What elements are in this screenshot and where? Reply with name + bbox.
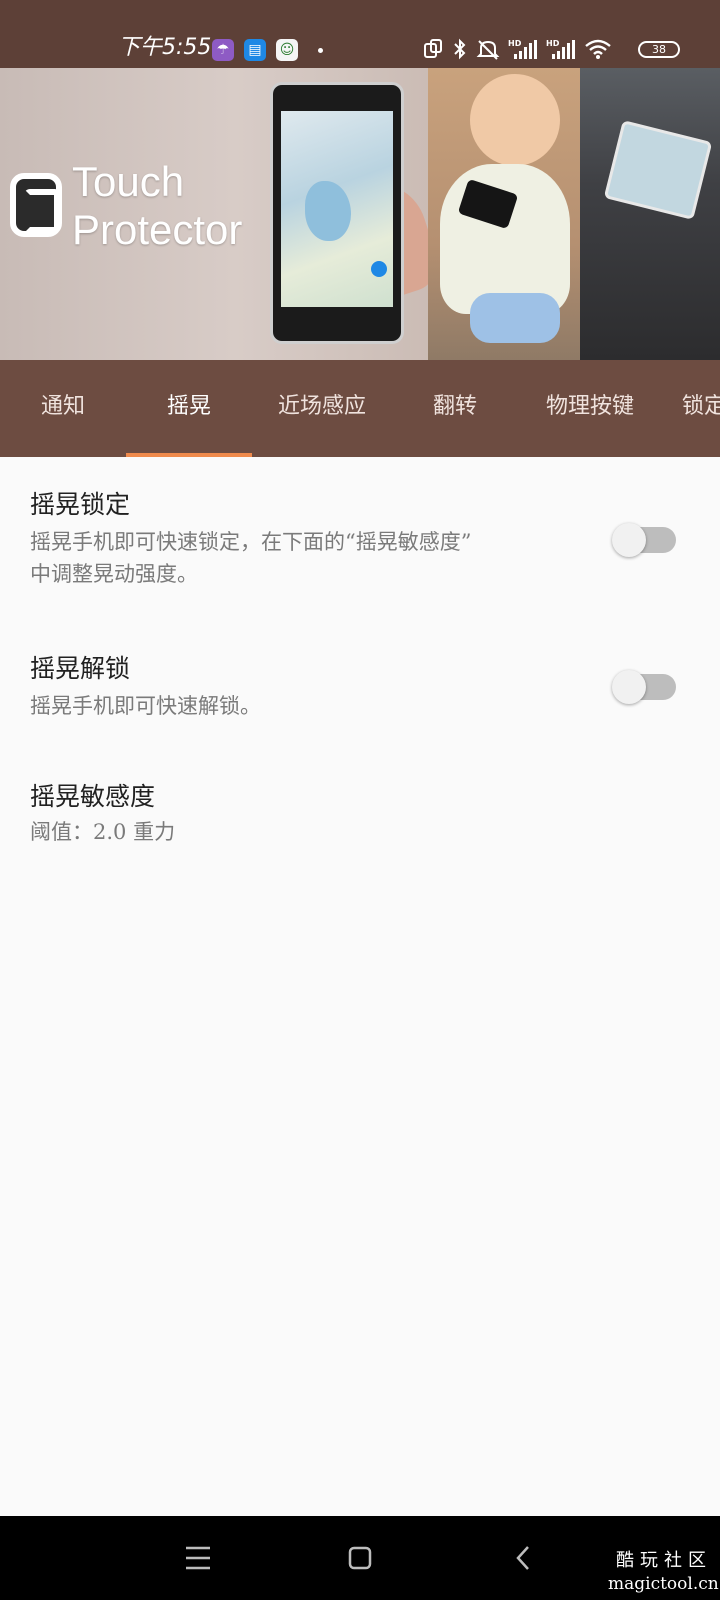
bluetooth-icon xyxy=(454,38,466,60)
tab-proximity[interactable]: 近场感应 xyxy=(252,360,392,457)
tab-shake[interactable]: 摇晃 xyxy=(126,360,252,457)
banner-map-screen xyxy=(281,111,393,307)
wifi-icon xyxy=(585,39,611,59)
signal-hd-1-icon: HD xyxy=(508,39,537,59)
banner-baby-photo xyxy=(428,68,580,360)
system-status-icons: HD HD xyxy=(422,36,670,62)
tab-bar: 通知 摇晃 近场感应 翻转 物理按键 锁定 xyxy=(0,360,720,457)
tab-notification[interactable]: 通知 xyxy=(0,360,126,457)
shake-sensitivity-summary: 阈值：2.0 重力 xyxy=(30,820,176,844)
banner-pocket-phone xyxy=(603,120,713,220)
shake-sensitivity-title: 摇晃敏感度 xyxy=(30,782,156,811)
shake-lock-summary-line-2: 中调整晃动强度。 xyxy=(30,562,198,586)
shake-lock-title: 摇晃锁定 xyxy=(30,490,131,519)
banner-phone-illustration xyxy=(270,82,404,344)
weather-app-notification-icon: ☂ xyxy=(212,39,234,61)
mute-icon xyxy=(476,40,500,60)
signal-hd-2-icon: HD xyxy=(546,39,575,59)
battery-icon: 38 xyxy=(638,41,680,58)
app-logo-icon xyxy=(10,173,62,237)
banner-pocket-photo xyxy=(580,68,720,360)
recent-apps-button[interactable] xyxy=(172,1532,224,1584)
watermark-url: magictool.cn xyxy=(608,1574,719,1594)
shake-unlock-setting[interactable]: 摇晃解锁 摇晃手机即可快速解锁。 xyxy=(30,652,590,722)
banner-baby-diaper xyxy=(470,293,560,343)
tab-physical-keys[interactable]: 物理按键 xyxy=(518,360,662,457)
shake-lock-summary-line-1: 摇晃手机即可快速锁定，在下面的“摇晃敏感度” xyxy=(30,530,472,554)
selected-tab-indicator xyxy=(126,453,252,457)
watermark-title: 酷玩社区 xyxy=(616,1550,712,1571)
robot-app-notification-icon: ☺ xyxy=(276,39,298,61)
logo-line-2: Protector xyxy=(72,206,243,253)
status-bar: 下午5:55 ☂ ▤ ☺ HD HD 38 xyxy=(0,0,720,68)
tab-flip[interactable]: 翻转 xyxy=(392,360,518,457)
shake-unlock-summary: 摇晃手机即可快速解锁。 xyxy=(30,694,261,718)
header-banner-image: Touch Protector xyxy=(0,68,720,360)
app-logo-text: Touch Protector xyxy=(72,158,242,254)
banner-baby-head xyxy=(470,74,560,166)
menu-icon xyxy=(186,1546,210,1570)
svg-text:HD: HD xyxy=(508,39,522,48)
status-time: 下午5:55 xyxy=(118,35,212,60)
screen-rotation-icon xyxy=(424,39,442,58)
back-chevron-icon xyxy=(516,1546,529,1570)
shake-lock-toggle-thumb xyxy=(612,523,646,557)
logo-line-1: Touch xyxy=(72,158,185,205)
tab-lock[interactable]: 锁定 xyxy=(662,360,720,457)
home-button[interactable] xyxy=(334,1532,386,1584)
home-square-icon xyxy=(348,1546,372,1570)
svg-text:HD: HD xyxy=(546,39,560,48)
shake-unlock-title: 摇晃解锁 xyxy=(30,654,131,683)
banner-baby-body xyxy=(440,164,570,314)
more-notifications-dot-icon xyxy=(318,48,323,53)
shake-lock-toggle[interactable] xyxy=(612,523,676,557)
shake-sensitivity-setting[interactable]: 摇晃敏感度 阈值：2.0 重力 xyxy=(30,780,690,848)
shake-unlock-toggle[interactable] xyxy=(612,670,676,704)
back-button[interactable] xyxy=(498,1532,550,1584)
shake-lock-setting[interactable]: 摇晃锁定 摇晃手机即可快速锁定，在下面的“摇晃敏感度” 中调整晃动强度。 xyxy=(30,488,590,590)
document-app-notification-icon: ▤ xyxy=(244,39,266,61)
shake-unlock-toggle-thumb xyxy=(612,670,646,704)
